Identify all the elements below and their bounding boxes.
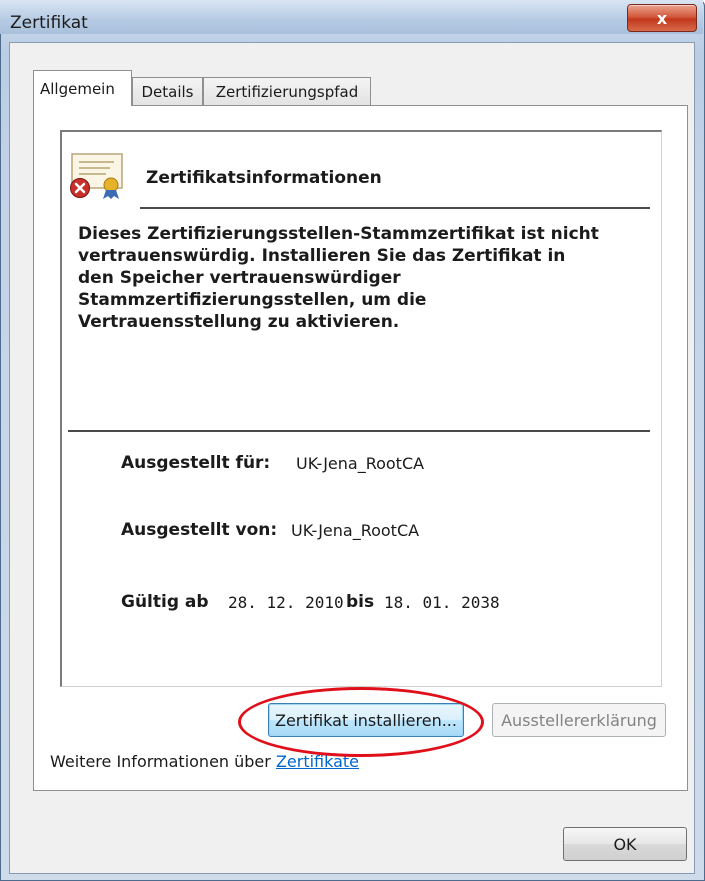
ok-button[interactable]: OK: [563, 827, 687, 861]
title-divider: [140, 207, 650, 209]
tab-allgemein[interactable]: Allgemein: [33, 70, 132, 106]
valid-from-date: 28. 12. 2010: [228, 593, 344, 612]
issuer-statement-button[interactable]: Ausstellererklärung: [492, 703, 666, 737]
close-icon: x: [656, 8, 668, 28]
valid-from-label: Gültig ab: [121, 592, 209, 612]
issued-to-label: Ausgestellt für:: [121, 453, 271, 473]
valid-to-date: 18. 01. 2038: [384, 593, 500, 612]
valid-to-label: bis: [346, 592, 375, 612]
more-info-text: Weitere Informationen über: [50, 752, 276, 771]
title-bar[interactable]: Zertifikat x: [0, 0, 703, 34]
window-title: Zertifikat: [10, 13, 88, 33]
issued-to-value: UK-Jena_RootCA: [296, 454, 425, 473]
details-divider: [68, 430, 650, 432]
certificate-info-title: Zertifikatsinformationen: [146, 168, 382, 188]
highlight-annotation: [238, 687, 484, 757]
more-info-line: Weitere Informationen über Zertifikate: [50, 752, 359, 771]
close-button[interactable]: x: [627, 4, 697, 32]
issued-by-label: Ausgestellt von:: [121, 520, 278, 540]
tab-zertifizierungspfad[interactable]: Zertifizierungspfad: [203, 77, 371, 106]
tab-details[interactable]: Details: [132, 77, 203, 106]
trust-warning-text: Dieses Zertifizierungsstellen-Stammzerti…: [78, 224, 599, 332]
certificate-error-icon: [70, 153, 123, 199]
issued-by-value: UK-Jena_RootCA: [291, 521, 420, 540]
